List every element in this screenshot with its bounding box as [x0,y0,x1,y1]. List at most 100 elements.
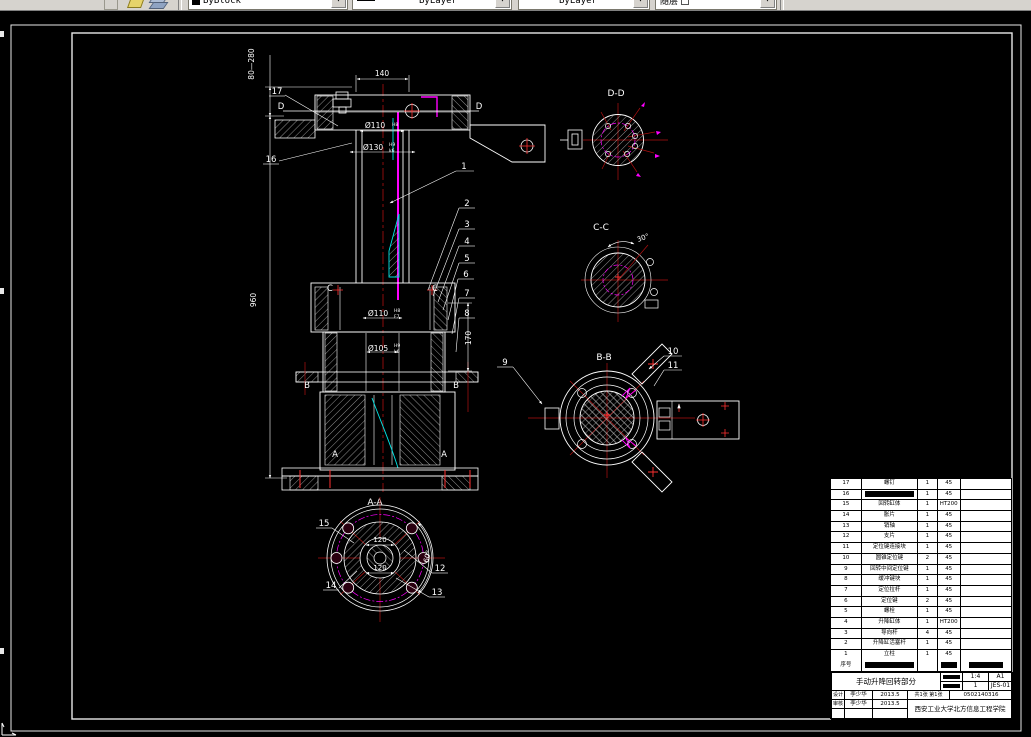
parts-header-name-redacted [862,660,919,672]
svg-text:k6: k6 [394,349,400,355]
dim-dia110-top: Ø110 [365,121,385,130]
part-cell-qty: 1 [918,532,938,543]
part-cell-qty: 1 [918,585,938,596]
section-letter-b-left: B [304,381,310,391]
part-cell-mat: HT200 [938,500,961,511]
parts-header-rem-redacted [961,661,1011,672]
parts-list-table: 17 螺钉 1 45 16 1 45 15 回转缸体 1 HT200 14 胀片 1 45 13 销轴 1 45 12… [830,478,1012,673]
balloon-3: 3 [464,220,469,230]
section-letter-d-right: D [476,102,483,112]
part-cell-name: 螺栓 [862,607,919,617]
part-cell-name: 销轴 [862,521,919,532]
autocad-window: ByBlock ▾ ByLayer ▾ ByLayer ▾ 随层 ▾ 80—28… [0,0,1031,737]
drawing-title: 手动升降回转部分 [831,672,941,691]
part-cell-mat: 45 [938,575,961,585]
part-row: 1 立柱 1 45 [831,650,1011,661]
part-cell-name: 缓冲键块 [862,575,919,585]
dim-170: 170 [464,331,473,346]
part-cell-qty: 1 [918,575,938,585]
balloon-5: 5 [464,254,469,264]
part-cell-qty: 2 [918,596,938,607]
title-block: 手动升降回转部分 1:4 A1 1 JES-01 设计 李少华 2013.5 共… [830,671,1013,720]
part-cell-qty: 1 [918,511,938,521]
view-bb: B-B [528,343,740,493]
view-cc: C-C 30° [581,223,668,322]
part-cell-name: 胀片 [862,511,919,521]
view-aa: A-A 120 120 60° [318,497,445,622]
part-cell-qty: 4 [918,628,938,639]
part-cell-no: 6 [831,596,862,607]
balloon-16: 16 [266,155,277,165]
part-row: 12 支片 1 45 [831,532,1011,544]
part-cell-qty: 1 [918,650,938,661]
part-row: 17 螺钉 1 45 [831,479,1011,490]
balloon-8: 8 [464,309,469,319]
section-letter-a-left: A [332,450,338,460]
part-cell-no: 5 [831,607,862,617]
part-cell-mat: 45 [938,479,961,489]
part-cell-qty: 1 [918,617,938,628]
part-cell-no: 1 [831,650,862,661]
part-cell-rem [961,586,1011,596]
svg-text:F7: F7 [394,314,400,320]
part-cell-name: 升降缸活塞杆 [862,639,919,649]
parts-table-body: 17 螺钉 1 45 16 1 45 15 回转缸体 1 HT200 14 胀片 1 45 13 销轴 1 45 12… [831,479,1011,661]
part-cell-mat: HT200 [938,617,961,628]
part-cell-mat: 45 [938,521,961,532]
part-row: 7 定位拉杆 1 45 [831,585,1011,597]
part-cell-mat: 45 [938,585,961,596]
part-cell-no: 16 [831,489,862,500]
balloon-9: 9 [502,358,507,368]
dim-dia130: Ø130 [363,143,383,152]
part-cell-qty: 1 [918,500,938,511]
balloon-15: 15 [319,519,330,529]
part-row: 4 升降缸体 1 HT200 [831,617,1011,629]
bb-right-block [656,400,740,440]
part-row: 13 销轴 1 45 [831,521,1011,533]
section-letter-a-right: A [441,450,447,460]
part-cell-rem [961,629,1011,639]
part-cell-rem [961,565,1011,575]
part-cell-rem [961,479,1011,489]
part-cell-no: 15 [831,500,862,511]
balloon-13: 13 [432,588,443,598]
part-cell-mat: 45 [938,543,961,553]
part-cell-rem [961,618,1011,628]
dim-960: 960 [249,293,258,308]
balloon-11: 11 [668,361,679,371]
dim-dia110-mid: Ø110 [368,309,388,318]
part-cell-mat: 45 [938,489,961,500]
part-cell-name: 支片 [862,532,919,543]
balloon-7: 7 [464,289,469,299]
part-cell-qty: 1 [918,607,938,617]
part-cell-name: 升降缸体 [862,617,919,628]
part-row: 11 定位键连接块 1 45 [831,543,1011,554]
section-title-aa: A-A [367,498,383,508]
section-title-bb: B-B [596,353,611,363]
part-cell-mat: 45 [938,564,961,575]
balloon-2: 2 [464,199,469,209]
part-cell-name: 回转中间定位键 [862,564,919,575]
part-cell-qty: 1 [918,489,938,500]
part-cell-no: 17 [831,479,862,489]
part-cell-name: 定位拉杆 [862,585,919,596]
part-cell-mat: 45 [938,596,961,607]
parts-header-row: 序号 [831,660,1011,672]
section-letter-c-left: C [327,284,333,294]
empty-cell [844,708,873,720]
part-cell-no: 13 [831,521,862,532]
part-row: 8 缓冲键块 1 45 [831,575,1011,586]
part-cell-no: 10 [831,553,862,564]
balloon-4: 4 [464,237,469,247]
part-row: 14 胀片 1 45 [831,511,1011,522]
part-cell-rem [961,511,1011,521]
part-cell-name: 螺钉 [862,479,919,489]
dim-120-a: 120 [373,536,386,544]
part-row: 16 1 45 [831,489,1011,501]
svg-text:H9: H9 [394,343,400,349]
section-letter-d-left: D [278,102,285,112]
cc-details [644,258,659,309]
balloon-12: 12 [435,564,446,574]
part-row: 2 升降缸活塞杆 1 45 [831,639,1011,650]
svg-text:H8: H8 [392,122,398,128]
